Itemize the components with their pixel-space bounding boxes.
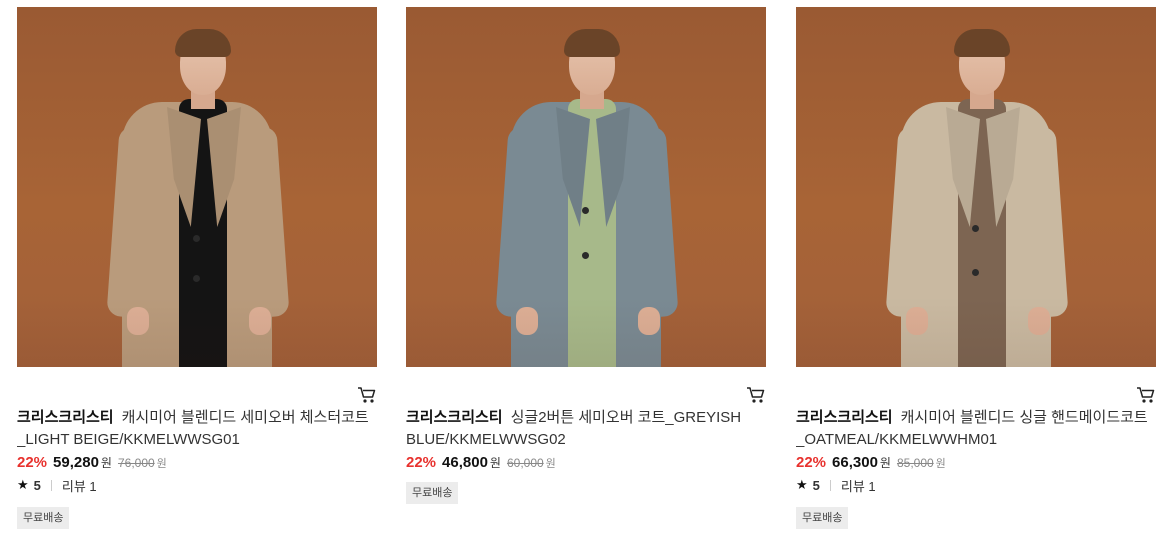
product-title[interactable]: 크리스크리스티 캐시미어 블렌디드 세미오버 체스터코트_LIGHT BEIGE/…	[17, 407, 377, 451]
star-icon: ★	[17, 477, 29, 492]
hair	[954, 29, 1010, 57]
cart-icon[interactable]	[1136, 386, 1156, 404]
original-currency: 원	[545, 458, 556, 470]
original-price: 85,000	[896, 456, 934, 470]
price-row: 22% 66,300 원 85,000 원	[796, 454, 1156, 474]
rating-row: ★ 5 리뷰 1	[796, 476, 1156, 494]
sale-price: 59,280	[53, 454, 99, 471]
cart-icon[interactable]	[746, 386, 766, 404]
currency: 원	[100, 456, 112, 470]
product-image[interactable]	[406, 7, 766, 367]
discount-rate: 22%	[406, 454, 437, 471]
coat-button	[582, 252, 589, 259]
image-shadow	[796, 297, 1156, 367]
divider	[829, 479, 831, 491]
star-icon: ★	[796, 477, 808, 492]
rating-score: 5	[33, 477, 41, 493]
product-image[interactable]	[17, 7, 377, 367]
product-title[interactable]: 크리스크리스티 캐시미어 블렌디드 싱글 핸드메이드코트_OATMEAL/KKME…	[796, 407, 1156, 451]
rating-row: ★ 5 리뷰 1	[17, 476, 377, 494]
product-card[interactable]: 크리스크리스티 캐시미어 블렌디드 싱글 핸드메이드코트_OATMEAL/KKME…	[796, 7, 1156, 529]
hair	[175, 29, 231, 57]
rating-score: 5	[812, 477, 820, 493]
price-row: 22% 46,800 원 60,000 원	[406, 454, 766, 474]
sale-price: 46,800	[442, 454, 488, 471]
brand-name: 크리스크리스티	[796, 409, 893, 426]
coat-button	[972, 225, 979, 232]
brand-name: 크리스크리스티	[406, 409, 503, 426]
original-price: 60,000	[506, 456, 544, 470]
product-card[interactable]: 크리스크리스티 캐시미어 블렌디드 세미오버 체스터코트_LIGHT BEIGE/…	[17, 7, 377, 529]
hair	[564, 29, 620, 57]
free-shipping-badge: 무료배송	[796, 507, 849, 529]
currency: 원	[879, 456, 891, 470]
coat-button	[972, 269, 979, 276]
review-count[interactable]: 리뷰 1	[62, 476, 97, 495]
free-shipping-badge: 무료배송	[17, 507, 70, 529]
original-currency: 원	[156, 458, 167, 470]
coat-button	[193, 235, 200, 242]
sale-price: 66,300	[832, 454, 878, 471]
discount-rate: 22%	[796, 454, 827, 471]
free-shipping-badge: 무료배송	[406, 482, 459, 504]
original-price: 76,000	[117, 456, 155, 470]
product-card[interactable]: 크리스크리스티 싱글2버튼 세미오버 코트_GREYISH BLUE/KKMELW…	[406, 7, 766, 504]
brand-name: 크리스크리스티	[17, 409, 114, 426]
discount-rate: 22%	[17, 454, 48, 471]
original-currency: 원	[935, 458, 946, 470]
currency: 원	[489, 456, 501, 470]
price-row: 22% 59,280 원 76,000 원	[17, 454, 377, 474]
image-shadow	[17, 297, 377, 367]
coat-button	[193, 275, 200, 282]
image-shadow	[406, 297, 766, 367]
product-title[interactable]: 크리스크리스티 싱글2버튼 세미오버 코트_GREYISH BLUE/KKMELW…	[406, 407, 766, 451]
divider	[50, 479, 52, 491]
review-count[interactable]: 리뷰 1	[841, 476, 876, 495]
coat-button	[582, 207, 589, 214]
cart-icon[interactable]	[357, 386, 377, 404]
product-image[interactable]	[796, 7, 1156, 367]
